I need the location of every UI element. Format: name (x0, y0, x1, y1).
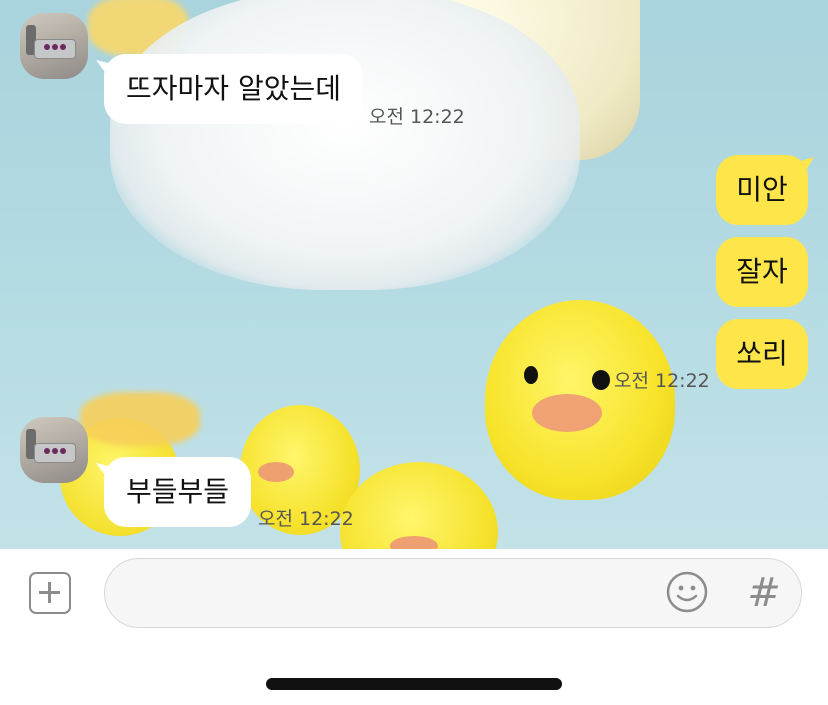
message-bubble-incoming[interactable]: 뜨자마자 알았는데 (104, 54, 363, 124)
message-text: 부들부들 (126, 475, 230, 508)
message-text: 잘자 (736, 255, 788, 288)
avatar[interactable] (20, 13, 88, 79)
message-bubble-outgoing[interactable]: 미안 (716, 155, 808, 225)
wallpaper-blur (80, 392, 200, 446)
wallpaper-duck-beak (258, 462, 294, 482)
wallpaper-duck-eye (524, 366, 538, 384)
message-input-field[interactable] (127, 559, 651, 627)
wallpaper-duck-beak (390, 536, 438, 549)
message-text: 뜨자마자 알았는데 (126, 72, 341, 105)
avatar[interactable] (20, 417, 88, 483)
wallpaper-duck-beak (532, 394, 602, 432)
wallpaper-fluff (110, 0, 580, 290)
message-bubble-outgoing[interactable]: 쏘리 (716, 319, 808, 389)
message-text: 미안 (736, 173, 788, 206)
message-bubble-incoming[interactable]: 부들부들 (104, 457, 252, 527)
plus-square-icon[interactable] (29, 572, 71, 614)
chat-area[interactable]: 뜨자마자 알았는데 오전 12:22 미안 잘자 쏘리 오전 12:22 부들부… (0, 0, 828, 549)
message-time: 오전 12:22 (369, 106, 465, 128)
message-time: 오전 12:22 (258, 508, 354, 530)
wallpaper-duck-eye (592, 370, 610, 390)
home-indicator[interactable] (266, 678, 562, 690)
message-text: 쏘리 (736, 337, 788, 370)
smiley-icon[interactable] (666, 571, 708, 613)
hashtag-button[interactable]: # (746, 569, 782, 617)
message-bubble-outgoing[interactable]: 잘자 (716, 237, 808, 307)
message-time: 오전 12:22 (614, 370, 710, 392)
